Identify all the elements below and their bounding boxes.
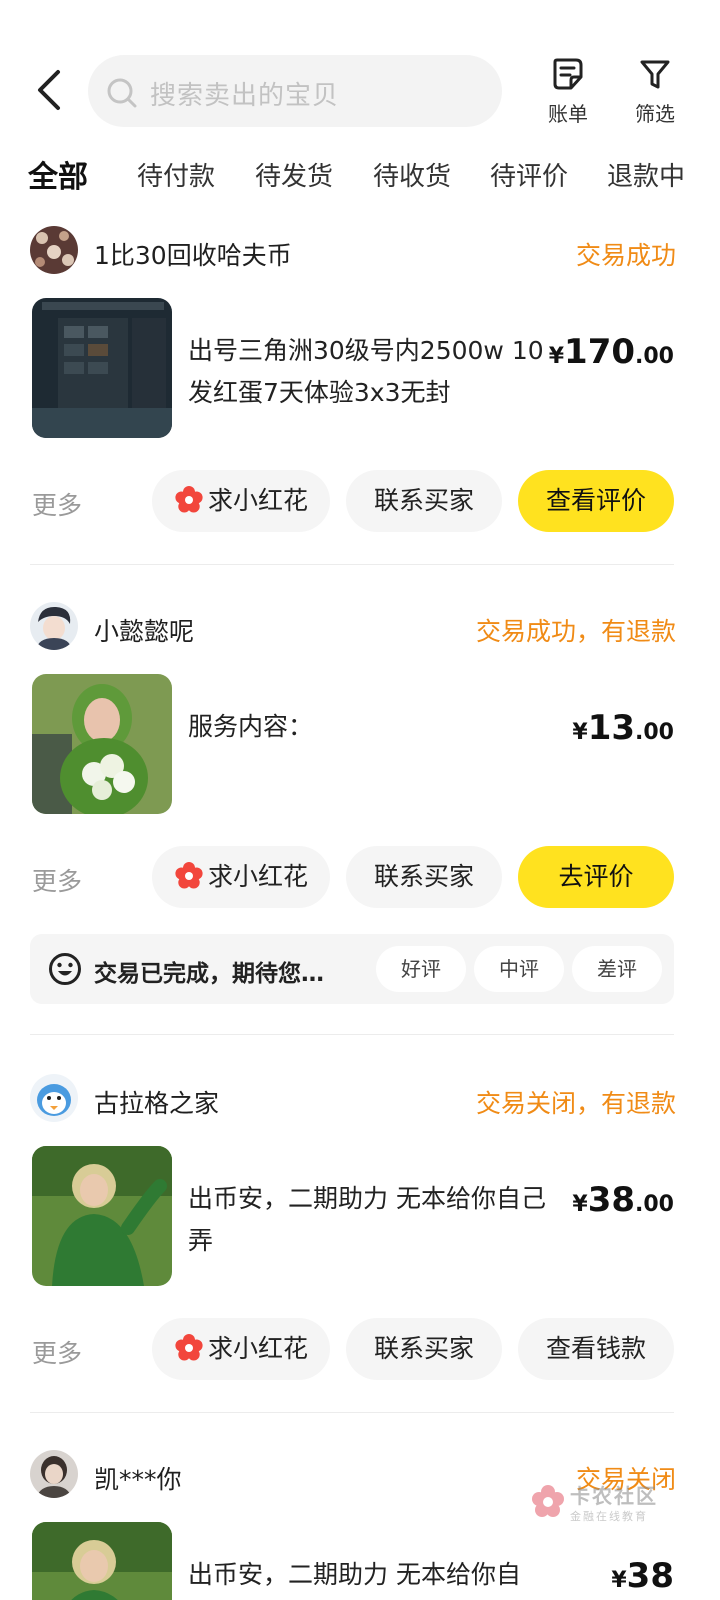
price-currency: ¥ (572, 1192, 588, 1217)
divider (30, 564, 674, 565)
price-integer: 170 (564, 332, 636, 372)
seller-name: 小懿懿呢 (94, 617, 195, 646)
item-thumbnail (32, 1146, 172, 1286)
more-button[interactable]: 更多 (32, 862, 82, 898)
rating-prompt: 交易已完成，期待您… 好评 中评 差评 (30, 934, 674, 1004)
item-title: 出号三角洲30级号内2500w 10发红蛋7天体验3x3无封 (188, 336, 544, 407)
price-decimal: .00 (635, 344, 674, 369)
seller-row[interactable]: 1比30回收哈夫币 交易成功 (30, 226, 690, 276)
order-item[interactable]: 出币安，二期助力 无本给你自己弄 ¥38.00 (30, 1146, 690, 1288)
item-price: ¥38 (611, 1556, 674, 1596)
contact-buyer-button[interactable]: 联系买家 (346, 846, 502, 908)
tab-all[interactable]: 全部 (26, 152, 92, 196)
item-thumbnail (32, 1522, 172, 1600)
tab-pending-receipt[interactable]: 待收货 (373, 156, 451, 193)
seller-name: 古拉格之家 (94, 1089, 220, 1118)
order-status: 交易成功，有退款 (475, 617, 676, 646)
order-item[interactable]: 服务内容： ¥13.00 (30, 674, 690, 816)
bill-label: 账单 (548, 102, 588, 126)
bad-review-button[interactable]: 差评 (572, 946, 662, 992)
order-status: 交易成功 (575, 241, 676, 270)
price-integer: 38 (587, 1180, 636, 1220)
item-title: 出币安，二期助力 无本给你自 (188, 1560, 521, 1589)
flower-icon (175, 862, 203, 889)
status-tabs: 全部 待付款 待发货 待收货 待评价 退款中 (0, 150, 720, 200)
item-price: ¥170.00 (549, 332, 674, 372)
order-actions: 更多 求小红花 联系买家 查看钱款 (30, 1318, 690, 1382)
watermark-title: 卡农社区 (570, 1484, 658, 1508)
avatar (30, 602, 78, 650)
chevron-left-icon (38, 70, 60, 110)
contact-buyer-button[interactable]: 联系买家 (346, 1318, 502, 1380)
request-flower-button[interactable]: 求小红花 (152, 470, 330, 532)
price-currency: ¥ (611, 1568, 627, 1593)
order-actions: 更多 求小红花 联系买家 去评价 (30, 846, 690, 910)
avatar (30, 1074, 78, 1122)
filter-label: 筛选 (635, 102, 675, 126)
request-flower-label: 求小红花 (207, 486, 308, 515)
item-price: ¥13.00 (572, 708, 674, 748)
search-icon (107, 78, 137, 108)
watermark-flower-icon (532, 1485, 564, 1517)
watermark-subtitle: 金融在线教育 (570, 1510, 648, 1523)
price-decimal: .00 (635, 1192, 674, 1217)
request-flower-label: 求小红花 (207, 862, 308, 891)
watermark-logo: 卡农社区 金融在线教育 (530, 1478, 690, 1538)
search-placeholder: 搜索卖出的宝贝 (150, 81, 340, 111)
price-currency: ¥ (548, 344, 565, 369)
tab-refunding[interactable]: 退款中 (607, 156, 685, 193)
tab-pending-payment[interactable]: 待付款 (137, 156, 215, 193)
tab-pending-shipment[interactable]: 待发货 (255, 156, 333, 193)
item-thumbnail (32, 298, 172, 438)
divider (30, 1412, 674, 1413)
tab-all-label: 全部 (28, 160, 88, 195)
filter-button[interactable]: 筛选 (620, 50, 690, 130)
seller-name: 凯***你 (94, 1465, 182, 1494)
request-flower-label: 求小红花 (207, 1334, 308, 1363)
price-decimal: .00 (635, 720, 674, 745)
more-button[interactable]: 更多 (32, 486, 82, 522)
seller-row[interactable]: 古拉格之家 交易关闭，有退款 (30, 1074, 690, 1124)
write-review-button[interactable]: 去评价 (518, 846, 674, 908)
price-integer: 38 (626, 1556, 674, 1596)
rating-prompt-text: 交易已完成，期待您… (94, 961, 324, 987)
search-input[interactable]: 搜索卖出的宝贝 (88, 55, 502, 127)
view-payment-button[interactable]: 查看钱款 (518, 1318, 674, 1380)
bill-button[interactable]: 账单 (533, 50, 603, 130)
good-review-button[interactable]: 好评 (376, 946, 466, 992)
request-flower-button[interactable]: 求小红花 (152, 1318, 330, 1380)
seller-name: 1比30回收哈夫币 (94, 241, 292, 270)
price-integer: 13 (587, 708, 636, 748)
order-actions: 更多 求小红花 联系买家 查看评价 (30, 470, 690, 534)
price-currency: ¥ (572, 720, 588, 745)
flower-icon (175, 486, 203, 513)
request-flower-button[interactable]: 求小红花 (152, 846, 330, 908)
avatar (30, 226, 78, 274)
order-item[interactable]: 出号三角洲30级号内2500w 10发红蛋7天体验3x3无封 ¥170.00 (30, 298, 690, 440)
avatar (30, 1450, 78, 1498)
neutral-review-button[interactable]: 中评 (474, 946, 564, 992)
view-review-button[interactable]: 查看评价 (518, 470, 674, 532)
seller-row[interactable]: 小懿懿呢 交易成功，有退款 (30, 602, 690, 652)
rating-prompt-wrap: 交易已完成，期待您… 好评 中评 差评 (0, 934, 720, 1004)
filter-icon (640, 60, 670, 89)
item-price: ¥38.00 (572, 1180, 674, 1220)
top-bar: 搜索卖出的宝贝 账单 筛选 (0, 50, 720, 130)
more-button[interactable]: 更多 (32, 1334, 82, 1370)
smile-face-icon (49, 953, 81, 985)
tab-pending-review[interactable]: 待评价 (490, 156, 568, 193)
bill-icon (553, 58, 583, 90)
flower-icon (175, 1334, 203, 1361)
item-thumbnail (32, 674, 172, 814)
item-title: 出币安，二期助力 无本给你自己弄 (188, 1184, 546, 1255)
item-title: 服务内容： (188, 712, 314, 741)
back-button[interactable] (30, 68, 70, 112)
divider (30, 1034, 674, 1035)
order-status: 交易关闭，有退款 (475, 1089, 676, 1118)
contact-buyer-button[interactable]: 联系买家 (346, 470, 502, 532)
